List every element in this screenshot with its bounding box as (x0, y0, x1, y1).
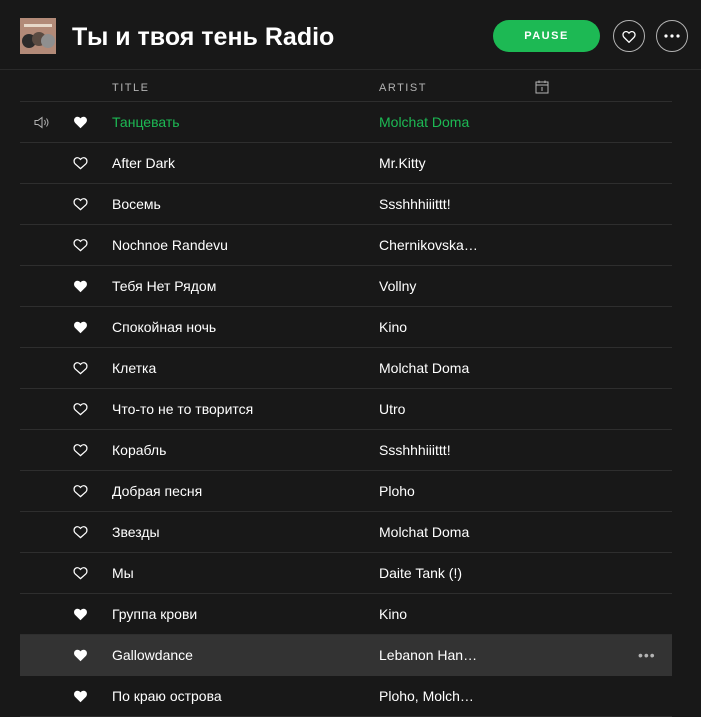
track-artist[interactable]: Molchat Doma (379, 360, 469, 376)
track-title: Добрая песня (112, 483, 203, 499)
track-row[interactable]: По краю острова Ploho, Molch… (20, 676, 672, 717)
track-row[interactable]: Nochnoe Randevu Chernikovska… (20, 225, 672, 266)
track-title: Gallowdance (112, 647, 193, 663)
track-artist[interactable]: Molchat Doma (379, 114, 469, 130)
track-artist[interactable]: Ploho (379, 483, 415, 499)
track-artist[interactable]: Molchat Doma (379, 524, 469, 540)
heart-outline-icon[interactable] (73, 197, 88, 214)
track-artist[interactable]: Chernikovska… (379, 237, 478, 253)
track-row[interactable]: Спокойная ночь Kino (20, 307, 672, 348)
heart-filled-icon[interactable] (73, 607, 88, 624)
track-title: Восемь (112, 196, 161, 212)
heart-outline-icon[interactable] (73, 443, 88, 460)
track-row[interactable]: After Dark Mr.Kitty (20, 143, 672, 184)
track-artist[interactable]: Kino (379, 606, 407, 622)
track-row[interactable]: Добрая песня Ploho (20, 471, 672, 512)
track-row[interactable]: Клетка Molchat Doma (20, 348, 672, 389)
track-row[interactable]: Танцевать Molchat Doma (20, 102, 672, 143)
heart-outline-icon (622, 30, 636, 43)
column-header-title[interactable]: TITLE (112, 82, 149, 94)
save-playlist-button[interactable] (613, 20, 645, 52)
track-row[interactable]: Что-то не то творится Utro (20, 389, 672, 430)
track-artist[interactable]: Mr.Kitty (379, 155, 426, 171)
track-more-button[interactable]: ••• (638, 647, 656, 663)
track-title: After Dark (112, 155, 176, 171)
track-row[interactable]: Группа крови Kino (20, 594, 672, 635)
track-title: Тебя Нет Рядом (112, 278, 217, 294)
track-title: Что-то не то творится (112, 401, 254, 417)
track-title: Мы (112, 565, 134, 581)
track-artist[interactable]: Lebanon Han… (379, 647, 477, 663)
track-row[interactable]: Мы Daite Tank (!) (20, 553, 672, 594)
track-row[interactable]: Звезды Molchat Doma (20, 512, 672, 553)
column-header-date[interactable] (535, 80, 549, 97)
track-row[interactable]: Восемь Ssshhhiiittt! (20, 184, 672, 225)
column-header-artist[interactable]: ARTIST (379, 82, 427, 94)
track-title: Звезды (112, 524, 160, 540)
heart-outline-icon[interactable] (73, 402, 88, 419)
heart-outline-icon[interactable] (73, 484, 88, 501)
heart-filled-icon[interactable] (73, 115, 88, 132)
track-artist[interactable]: Daite Tank (!) (379, 565, 462, 581)
track-title: Корабль (112, 442, 167, 458)
track-artist[interactable]: Ssshhhiiittt! (379, 442, 451, 458)
heart-outline-icon[interactable] (73, 525, 88, 542)
track-title: Танцевать (112, 114, 180, 130)
heart-filled-icon[interactable] (73, 689, 88, 706)
track-artist[interactable]: Vollny (379, 278, 416, 294)
heart-filled-icon[interactable] (73, 279, 88, 296)
playlist-cover[interactable] (20, 18, 56, 54)
cover-art-strip (24, 24, 52, 27)
track-row[interactable]: Корабль Ssshhhiiittt! (20, 430, 672, 471)
track-artist[interactable]: Utro (379, 401, 405, 417)
cover-art-shape (41, 34, 55, 48)
track-title: Клетка (112, 360, 157, 376)
playlist-header: Ты и твоя тень Radio PAUSE (0, 0, 701, 70)
track-row[interactable]: Тебя Нет Рядом Vollny (20, 266, 672, 307)
track-title: По краю острова (112, 688, 222, 704)
heart-outline-icon[interactable] (73, 238, 88, 255)
ellipsis-icon (664, 34, 680, 38)
more-options-button[interactable] (656, 20, 688, 52)
heart-filled-icon[interactable] (73, 648, 88, 665)
track-artist[interactable]: Ploho, Molch… (379, 688, 474, 704)
heart-outline-icon[interactable] (73, 361, 88, 378)
calendar-icon (535, 80, 549, 94)
pause-button[interactable]: PAUSE (493, 20, 600, 52)
track-row[interactable]: Gallowdance Lebanon Han… ••• (20, 635, 672, 676)
track-artist[interactable]: Ssshhhiiittt! (379, 196, 451, 212)
tracklist: Танцевать Molchat Doma After Dark Mr.Kitty В… (20, 102, 672, 717)
heart-filled-icon[interactable] (73, 320, 88, 337)
track-title: Nochnoe Randevu (112, 237, 228, 253)
page-title: Ты и твоя тень Radio (72, 23, 335, 51)
track-title: Группа крови (112, 606, 198, 622)
heart-outline-icon[interactable] (73, 156, 88, 173)
heart-outline-icon[interactable] (73, 566, 88, 583)
track-title: Спокойная ночь (112, 319, 217, 335)
tracklist-header: TITLE ARTIST (20, 70, 672, 102)
track-artist[interactable]: Kino (379, 319, 407, 335)
speaker-icon (34, 116, 50, 132)
